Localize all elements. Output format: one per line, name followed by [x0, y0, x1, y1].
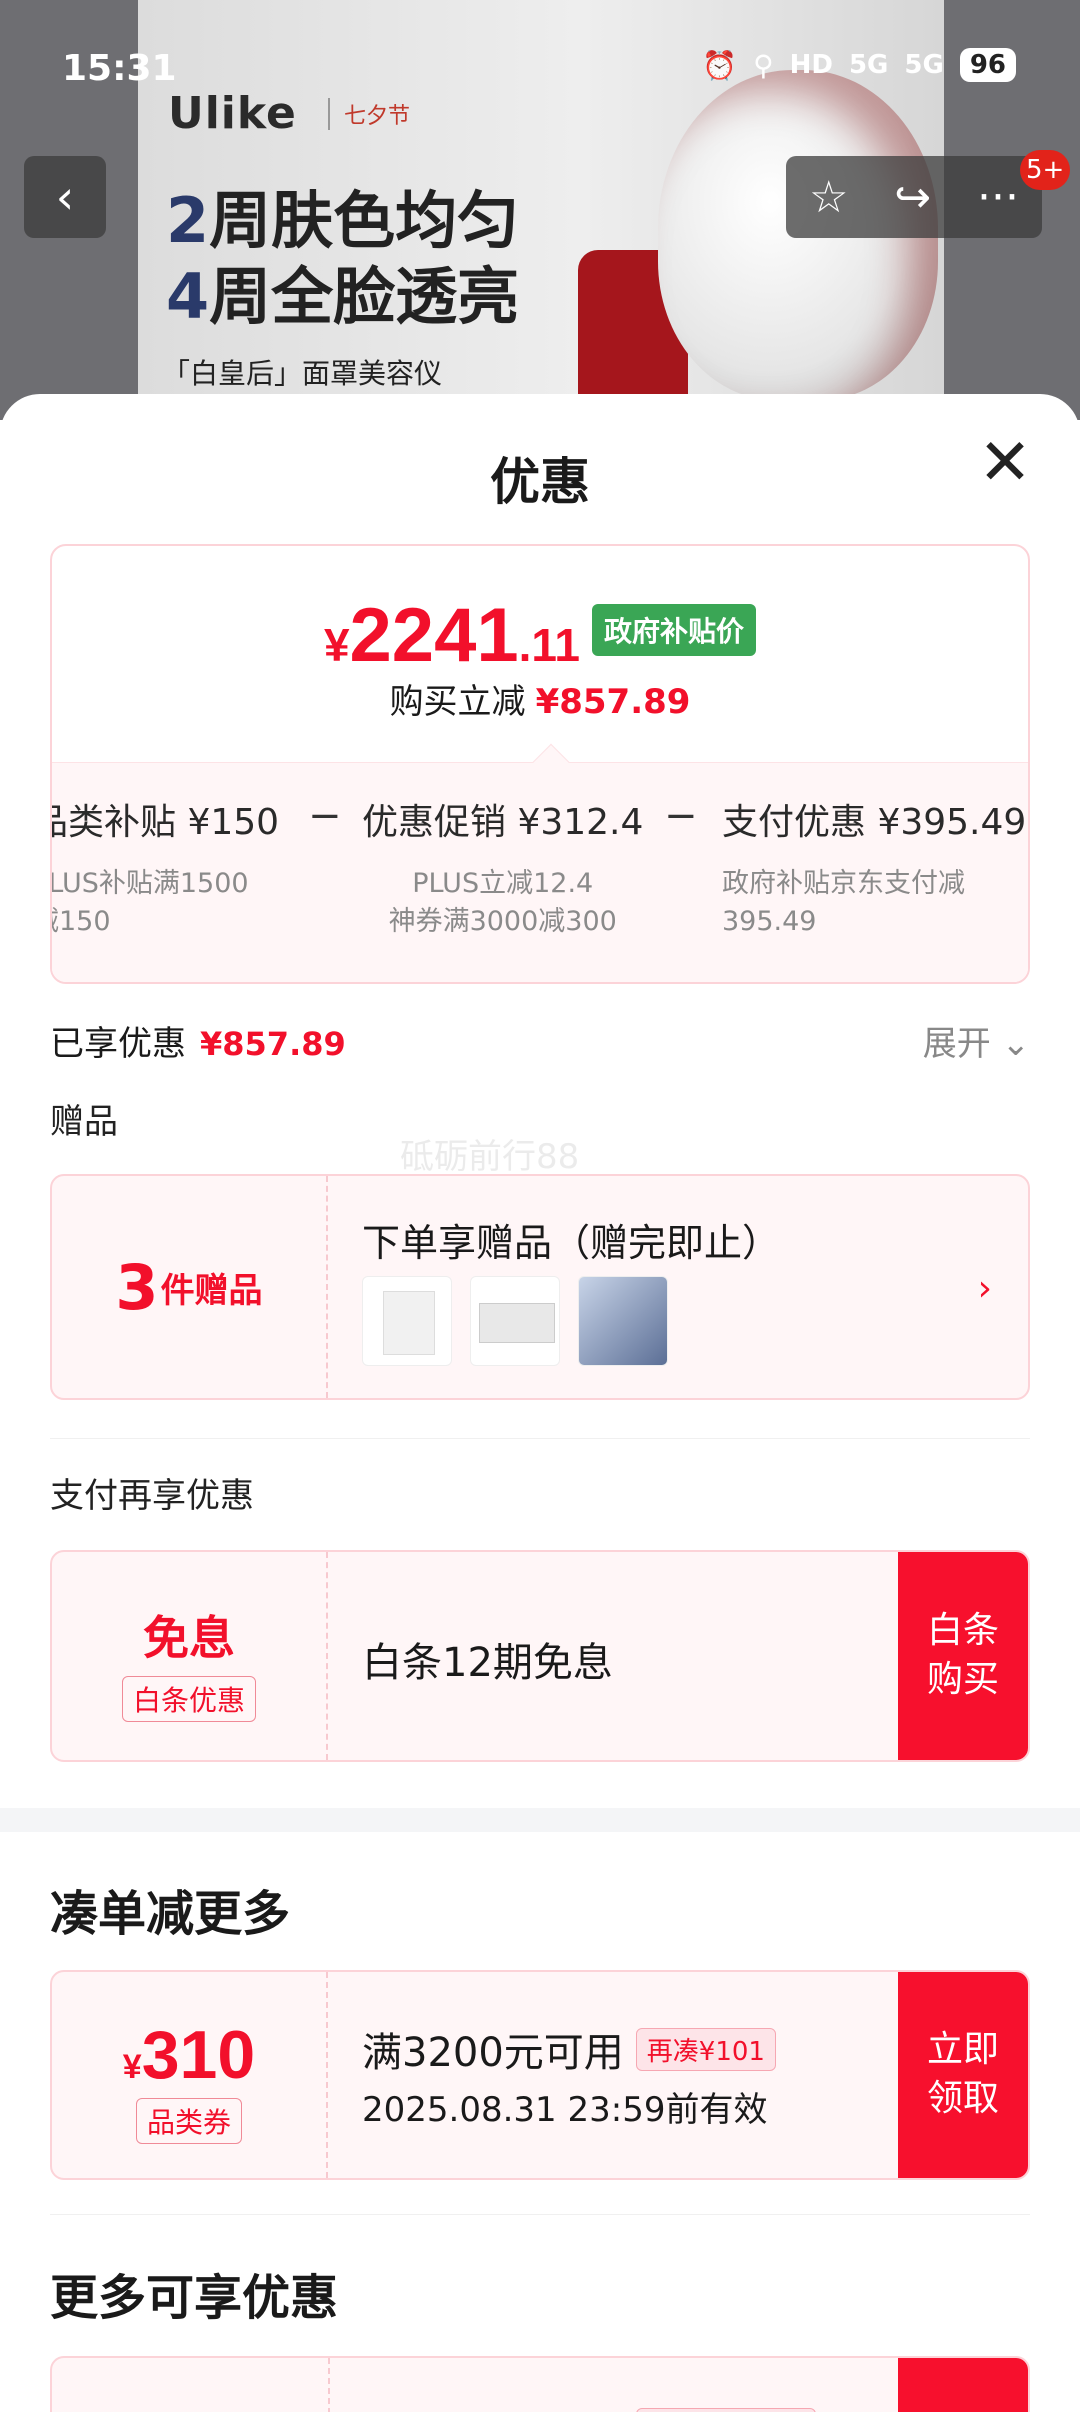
close-button[interactable]: ✕: [974, 426, 1036, 500]
nav-actions: ☆ ↪ ···: [786, 156, 1042, 238]
baitiao-tag: 白条优惠: [121, 1676, 256, 1722]
coupon-valid: 2025.08.31 23:59前有效: [362, 2090, 768, 2130]
saved-label: 已享优惠: [50, 1024, 186, 1064]
divider: [50, 1438, 1030, 1439]
price-card: ¥2241.11 政府补贴价 购买立减 ¥857.89 品类补贴 ¥150 PLU…: [50, 544, 1030, 984]
price-breakdown: 品类补贴 ¥150 PLUS补贴满1500 减150 − 优惠促销 ¥312.4…: [50, 743, 1028, 982]
back-button[interactable]: ‹: [24, 156, 106, 238]
pay-card: 免息 白条优惠 白条12期免息 白条 购买: [50, 1550, 1030, 1762]
banner-product-name: 「白皇后」面罩美容仪: [162, 357, 443, 390]
share-icon[interactable]: ↪: [894, 172, 931, 223]
back-icon: ‹: [55, 170, 75, 224]
more-icon[interactable]: ···: [977, 172, 1019, 223]
status-time: 15:31: [62, 48, 177, 89]
baitiao-buy-button[interactable]: 白条 购买: [898, 1552, 1028, 1760]
battery-icon: 96: [959, 48, 1016, 82]
gift-images: [362, 1276, 668, 1366]
gift-card[interactable]: 3 件赠品 下单享赠品（赠完即止） ›: [50, 1174, 1030, 1400]
alarm-icon: ⏰: [702, 48, 738, 82]
chevron-right-icon[interactable]: ›: [978, 1268, 992, 1309]
banner-headline-2: 4周全脸透亮: [166, 260, 520, 333]
coupon-section-heading: 凑单减更多: [50, 1886, 291, 1942]
breakdown-list: 品类补贴 ¥150 PLUS补贴满1500 减150 − 优惠促销 ¥312.4…: [50, 763, 1028, 982]
price-summary: ¥2241.11 政府补贴价 购买立减 ¥857.89: [52, 546, 1028, 762]
breakdown-item: 品类补贴 ¥150 PLUS补贴满1500 减150: [50, 802, 280, 937]
pay-left: 免息 白条优惠: [52, 1552, 328, 1760]
minus-sign: −: [308, 793, 342, 839]
gift-title: 下单享赠品（赠完即止）: [362, 1221, 781, 1265]
coupon-card: ¥310 品类券 满3200元可用 再凑¥101 2025.08.31 23:59…: [50, 1970, 1030, 2180]
signal-icon-1: 5G: [848, 50, 889, 80]
close-icon: ✕: [978, 426, 1032, 500]
buy-discount-row: 购买立减 ¥857.89: [389, 682, 691, 722]
sheet-title: 优惠: [490, 453, 590, 511]
card-divider: [328, 2358, 330, 2412]
expand-button[interactable]: 展开 ⌄: [923, 1016, 1030, 1065]
watermark: 砥砺前行88: [400, 1137, 580, 1177]
hd-icon: HD: [789, 50, 833, 80]
breakdown-item: 支付优惠 ¥395.49 政府补贴京东支付减 395.49: [722, 802, 1027, 937]
gift-count: 3 件赠品: [52, 1176, 328, 1398]
gov-subsidy-tag: 政府补贴价: [592, 603, 757, 656]
favorite-icon[interactable]: ☆: [809, 172, 848, 223]
section-separator: [0, 1808, 1080, 1832]
final-price: ¥2241.11: [323, 593, 581, 678]
minus-sign: −: [664, 793, 698, 839]
coupon-left: ¥310 品类券: [52, 1972, 328, 2178]
breakdown-item: 优惠促销 ¥312.4 PLUS立减12.4 神券满3000减300: [362, 802, 644, 937]
status-bar: 15:31 ⏰ ⚲ HD 5G 5G 96: [0, 0, 1080, 140]
coupon-chip: [636, 2408, 816, 2412]
coupon-type-tag: 品类券: [135, 2098, 242, 2144]
pay-section-label: 支付再享优惠: [50, 1476, 254, 1516]
saved-amount: ¥857.89: [200, 1025, 346, 1063]
location-icon: ⚲: [753, 48, 774, 82]
coupon-title: 满3200元可用 再凑¥101: [362, 2020, 776, 2078]
interest-free-label: 免息: [143, 1611, 235, 1665]
more-badge: 5+: [1020, 150, 1071, 190]
price-row: ¥2241.11 政府补贴价: [52, 592, 1028, 679]
saved-row: 已享优惠 ¥857.89 展开 ⌄: [50, 1016, 1030, 1066]
gift-image[interactable]: [470, 1276, 560, 1366]
status-icons: ⏰ ⚲ HD 5G 5G 96: [702, 48, 1016, 82]
claim-coupon-button[interactable]: 立即 领取: [898, 1972, 1028, 2178]
more-coupon-card-partial: [50, 2356, 1030, 2412]
coupon-amount: ¥310: [122, 2017, 256, 2093]
gift-image[interactable]: [578, 1276, 668, 1366]
more-section-heading: 更多可享优惠: [50, 2270, 339, 2326]
gift-image[interactable]: [362, 1276, 452, 1366]
coupon-chip: 再凑¥101: [635, 2027, 776, 2071]
pay-text: 白条12期免息: [362, 1640, 613, 1686]
divider: [50, 2214, 1030, 2215]
more-card-button[interactable]: [898, 2358, 1028, 2412]
gift-section-label: 赠品: [50, 1102, 118, 1142]
signal-icon-2: 5G: [904, 50, 944, 80]
